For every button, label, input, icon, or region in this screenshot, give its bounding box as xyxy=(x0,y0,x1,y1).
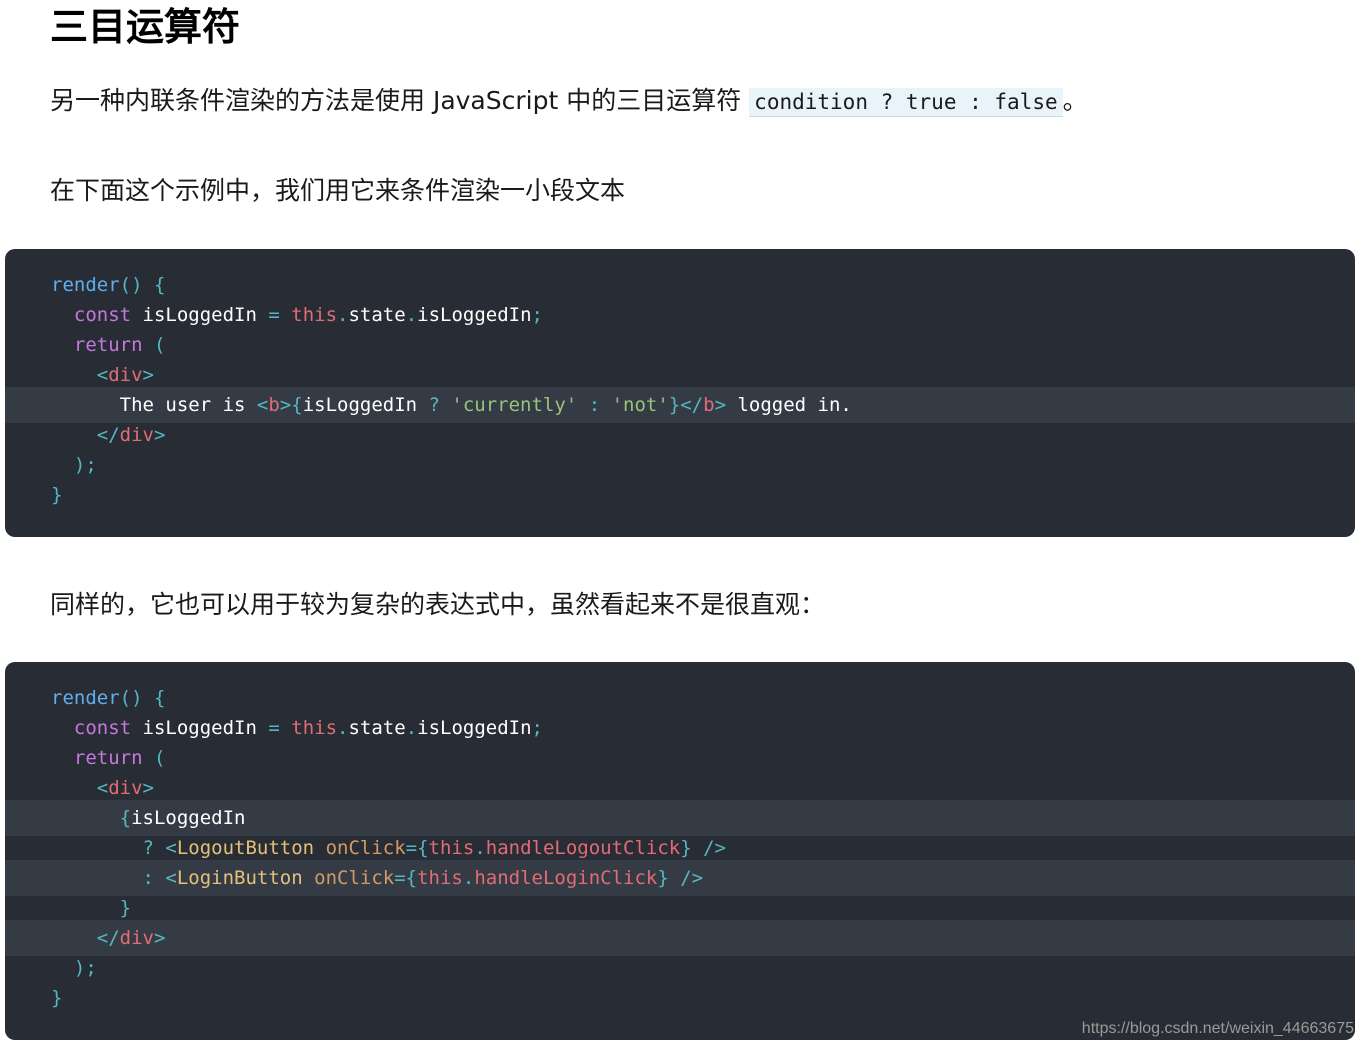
code-token: { xyxy=(51,807,132,829)
code-line: } xyxy=(5,477,1355,513)
code-token: ; xyxy=(531,304,543,326)
code-token: onClick xyxy=(314,867,395,889)
code-token: const xyxy=(73,717,132,739)
code-token: < xyxy=(256,394,269,416)
code-token: > xyxy=(714,394,738,416)
code-token: div xyxy=(119,927,154,949)
code-token: = xyxy=(256,717,292,739)
code-token: () { xyxy=(119,274,166,296)
intro-period: 。 xyxy=(1062,86,1088,115)
code-token: this xyxy=(417,867,463,889)
code-token: 'not' xyxy=(611,394,669,416)
watermark-url: https://blog.csdn.net/weixin_44663675 xyxy=(1081,1020,1354,1037)
code-block-1: render() { const isLoggedIn = this.state… xyxy=(5,249,1355,537)
code-token: ? < xyxy=(51,837,177,859)
code-token: onClick xyxy=(325,837,406,859)
code-token: state xyxy=(348,304,406,326)
code-token: ={ xyxy=(394,867,418,889)
code-token: ={ xyxy=(405,837,429,859)
code-token: > xyxy=(153,927,166,949)
code-token: LoginButton xyxy=(176,867,303,889)
code-token: isLoggedIn xyxy=(142,717,257,739)
code-token: . xyxy=(474,837,486,859)
code-token: > xyxy=(153,424,166,446)
code-token: : < xyxy=(51,867,177,889)
code-token: 'currently' xyxy=(451,394,578,416)
code-token: ( xyxy=(142,334,166,356)
code-token: handleLogoutClick xyxy=(485,837,681,859)
code-token: : xyxy=(577,394,612,416)
code-token: < xyxy=(51,777,109,799)
code-token: this xyxy=(428,837,475,859)
code-token: LogoutButton xyxy=(176,837,315,859)
code-token: render xyxy=(51,274,120,296)
code-token: } /> xyxy=(657,867,704,889)
code-token: . xyxy=(337,717,349,739)
code-token: ? xyxy=(417,394,452,416)
code-block-2: render() { const isLoggedIn = this.state… xyxy=(5,662,1355,1040)
code-token: . xyxy=(337,304,349,326)
code-token: return xyxy=(73,747,143,769)
code-token: isLoggedIn xyxy=(302,394,418,416)
code-token: isLoggedIn xyxy=(142,304,257,326)
code-token: = xyxy=(256,304,292,326)
code-token: const xyxy=(73,304,132,326)
code-token: ); xyxy=(51,957,97,979)
code-token: isLoggedIn xyxy=(131,807,246,829)
code-token: . xyxy=(462,867,475,889)
code-token: The user is xyxy=(51,394,257,416)
code-token: render xyxy=(51,687,120,709)
code-token: . xyxy=(405,304,418,326)
code-token: }</ xyxy=(668,394,704,416)
code-token: b xyxy=(703,394,715,416)
code-token: logged in. xyxy=(737,394,852,416)
code-token: this xyxy=(291,717,338,739)
code-token: isLoggedIn xyxy=(417,304,532,326)
code-line: } xyxy=(5,980,1355,1016)
code-token: > xyxy=(142,364,154,386)
code-token: > xyxy=(142,777,154,799)
code-token: b xyxy=(268,394,280,416)
code-token: isLoggedIn xyxy=(417,717,532,739)
intro-paragraph: 另一种内联条件渲染的方法是使用 JavaScript 中的三目运算符 condi… xyxy=(50,84,1088,119)
code-token: ); xyxy=(51,454,97,476)
code-token: } xyxy=(51,897,132,919)
code-token: div xyxy=(108,777,143,799)
code-token: >{ xyxy=(279,394,303,416)
code-token: </ xyxy=(51,424,120,446)
example-intro-paragraph: 在下面这个示例中，我们用它来条件渲染一小段文本 xyxy=(50,176,626,205)
code-token: } /> xyxy=(680,837,726,859)
code-token: . xyxy=(405,717,418,739)
section-heading: 三目运算符 xyxy=(50,5,241,49)
code-token: state xyxy=(348,717,406,739)
code-token: ( xyxy=(142,747,166,769)
code-token: ; xyxy=(531,717,543,739)
code-token: } xyxy=(51,987,63,1009)
inline-code-ternary: condition ? true : false xyxy=(749,88,1063,117)
code-token: div xyxy=(119,424,154,446)
code-token: } xyxy=(51,484,63,506)
code-token: handleLoginClick xyxy=(474,867,658,889)
complex-example-paragraph: 同样的，它也可以用于较为复杂的表达式中，虽然看起来不是很直观： xyxy=(50,590,826,619)
code-token: < xyxy=(51,364,109,386)
intro-text: 另一种内联条件渲染的方法是使用 JavaScript 中的三目运算符 xyxy=(50,86,750,115)
code-token: this xyxy=(291,304,338,326)
code-token: </ xyxy=(51,927,120,949)
code-token: () { xyxy=(119,687,166,709)
code-token: div xyxy=(108,364,143,386)
code-token: return xyxy=(73,334,143,356)
